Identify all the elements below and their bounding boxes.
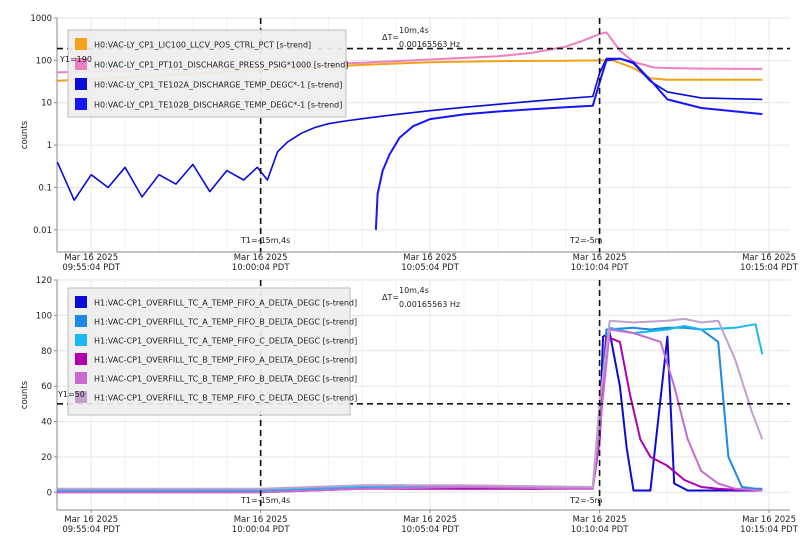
legend-entry-label: H1:VAC-CP1_OVERFILL_TC_A_TEMP_FIFO_B_DEL… — [94, 318, 357, 327]
x-tick-time: 10:15:04 PDT — [740, 525, 799, 535]
y-tick-label: 80 — [41, 347, 52, 357]
x-tick-date: Mar 16 2025 — [64, 515, 118, 525]
y-tick-label: 40 — [41, 418, 52, 428]
series-line-4 — [374, 57, 763, 230]
legend-swatch[interactable] — [75, 372, 87, 384]
legend-swatch[interactable] — [75, 78, 87, 90]
legend-swatch[interactable] — [75, 98, 87, 110]
x-tick-date: Mar 16 2025 — [573, 253, 627, 263]
y-tick-label: 0.01 — [33, 226, 52, 236]
legend-swatch[interactable] — [75, 353, 87, 365]
x-tick-date: Mar 16 2025 — [234, 253, 288, 263]
x-tick-time: 10:00:04 PDT — [232, 263, 291, 273]
delta-t-label: ΔT= — [382, 33, 399, 42]
y-tick-label: 0.1 — [38, 183, 52, 193]
t2-cursor-label: T2=-5m — [569, 496, 603, 505]
legend-entry-label: H1:VAC-CP1_OVERFILL_TC_B_TEMP_FIFO_C_DEL… — [94, 394, 357, 403]
x-tick-time: 10:00:04 PDT — [232, 525, 291, 535]
legend-entry-label: H1:VAC-CP1_OVERFILL_TC_A_TEMP_FIFO_A_DEL… — [94, 299, 357, 308]
y-axis-label: counts — [20, 120, 30, 149]
delta-t-label: ΔT= — [382, 293, 399, 302]
legend-swatch[interactable] — [75, 38, 87, 50]
chart-panel-2: 020406080100120countsMar 16 202509:55:04… — [20, 276, 799, 535]
x-tick-date: Mar 16 2025 — [64, 253, 118, 263]
y-tick-label: 120 — [36, 276, 52, 286]
y-axis-label: counts — [20, 380, 30, 409]
legend-entry-label: H0:VAC-LY_CP1_PT101_DISCHARGE_PRESS_PSIG… — [94, 61, 348, 70]
legend-entry-label: H0:VAC-LY_CP1_LIC100_LLCV_POS_CTRL_PCT [… — [94, 41, 311, 50]
legend-swatch[interactable] — [75, 315, 87, 327]
x-tick-time: 09:55:04 PDT — [62, 263, 121, 273]
legend: H0:VAC-LY_CP1_LIC100_LLCV_POS_CTRL_PCT [… — [67, 29, 348, 118]
y-tick-label: 1 — [47, 141, 52, 151]
x-tick-time: 10:10:04 PDT — [571, 263, 630, 273]
t2-cursor-label: T2=-5m — [569, 236, 603, 245]
legend-entry-label: H1:VAC-CP1_OVERFILL_TC_A_TEMP_FIFO_C_DEL… — [94, 337, 357, 346]
delta-t-frequency: 0.00165563 Hz — [399, 40, 460, 49]
t1-cursor-label: T1=-15m,4s — [240, 236, 290, 245]
x-tick-time: 10:05:04 PDT — [401, 263, 460, 273]
legend-entry-label: H1:VAC-CP1_OVERFILL_TC_B_TEMP_FIFO_A_DEL… — [94, 356, 357, 365]
x-tick-time: 10:15:04 PDT — [740, 263, 799, 273]
y-tick-label: 100 — [36, 56, 52, 66]
legend-entry-label: H0:VAC-LY_CP1_TE102B_DISCHARGE_TEMP_DEGC… — [94, 101, 342, 110]
delta-t-value: 10m,4s — [399, 286, 429, 295]
y-tick-label: 1000 — [30, 14, 52, 24]
x-tick-date: Mar 16 2025 — [742, 253, 796, 263]
y-tick-label: 20 — [41, 453, 52, 463]
legend-swatch[interactable] — [75, 334, 87, 346]
legend: H1:VAC-CP1_OVERFILL_TC_A_TEMP_FIFO_A_DEL… — [67, 287, 357, 416]
delta-t-frequency: 0.00165563 Hz — [399, 300, 460, 309]
delta-t-value: 10m,4s — [399, 26, 429, 35]
x-tick-time: 09:55:04 PDT — [62, 525, 121, 535]
y1-cursor-label: Y1=50 — [57, 390, 85, 399]
y-tick-label: 10 — [41, 99, 52, 109]
legend-entry-label: H1:VAC-CP1_OVERFILL_TC_B_TEMP_FIFO_B_DEL… — [94, 375, 357, 384]
x-tick-time: 10:05:04 PDT — [401, 525, 460, 535]
x-tick-date: Mar 16 2025 — [403, 253, 457, 263]
x-tick-time: 10:10:04 PDT — [571, 525, 630, 535]
y1-cursor-label: Y1=190 — [59, 55, 92, 64]
legend-swatch[interactable] — [75, 296, 87, 308]
y-tick-label: 0 — [47, 488, 52, 498]
x-tick-date: Mar 16 2025 — [234, 515, 288, 525]
y-tick-label: 60 — [41, 382, 52, 392]
t1-cursor-label: T1=-15m,4s — [240, 496, 290, 505]
y-tick-label: 100 — [36, 311, 52, 321]
trend-plot-window: 0.010.11101001000countsMar 16 202509:55:… — [20, 14, 799, 535]
x-tick-date: Mar 16 2025 — [742, 515, 796, 525]
chart-panel-1: 0.010.11101001000countsMar 16 202509:55:… — [20, 14, 799, 273]
legend-entry-label: H0:VAC-LY_CP1_TE102A_DISCHARGE_TEMP_DEGC… — [94, 81, 342, 90]
x-tick-date: Mar 16 2025 — [403, 515, 457, 525]
x-tick-date: Mar 16 2025 — [573, 515, 627, 525]
